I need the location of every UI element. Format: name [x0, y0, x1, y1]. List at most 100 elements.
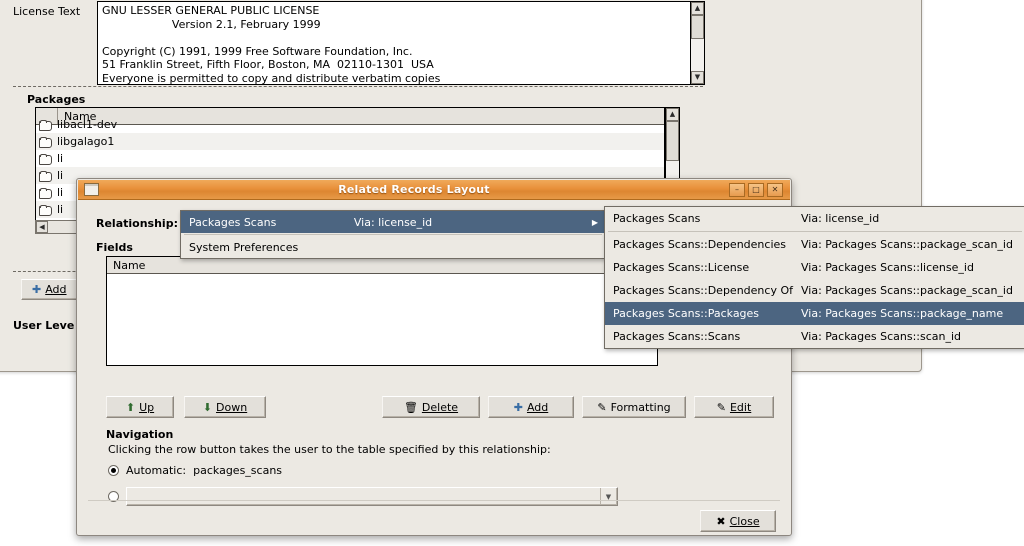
navigation-title: Navigation: [106, 428, 174, 441]
move-up-label: Up: [139, 400, 155, 414]
dialog-titlebar[interactable]: Related Records Layout – □ ✕: [78, 180, 790, 200]
list-item[interactable]: li: [36, 150, 664, 167]
submenu-item-scans[interactable]: Packages Scans::Scans Via: Packages Scan…: [605, 325, 1024, 348]
relationship-submenu[interactable]: Packages Scans Via: license_id Packages …: [604, 206, 1024, 349]
plus-icon: ✚: [32, 283, 42, 296]
submenu-item-label: Packages Scans::Scans: [613, 330, 741, 343]
radio-automatic-value: packages_scans: [193, 464, 283, 477]
menu-separator: [184, 234, 602, 235]
submenu-item-label: Packages Scans::Dependencies: [613, 238, 786, 251]
submenu-item-via: Via: Packages Scans::scan_id: [801, 330, 962, 343]
radio-custom[interactable]: ▼: [108, 487, 618, 506]
add-field-button[interactable]: ✚ Add: [488, 396, 574, 418]
scroll-up-icon[interactable]: ▲: [666, 108, 679, 121]
submenu-item-label: Packages Scans::Packages: [613, 307, 760, 320]
edit-label: Edit: [729, 400, 752, 414]
submenu-item-via: Via: Packages Scans::package_scan_id: [801, 238, 1013, 251]
scrollbar-thumb[interactable]: [691, 15, 704, 39]
list-item-label: li: [57, 169, 64, 182]
arrow-up-icon: ⬆: [125, 400, 136, 414]
chevron-down-icon[interactable]: ▼: [600, 488, 616, 505]
dialog-title: Related Records Layout: [338, 183, 490, 196]
add-package-button[interactable]: ✚ Add: [21, 279, 78, 300]
move-up-button[interactable]: ⬆ Up: [106, 396, 174, 418]
x-icon: ✖: [716, 514, 726, 528]
user-level-label: User Leve: [13, 319, 75, 332]
relationship-dropdown-menu[interactable]: Packages Scans Via: license_id ▶ System …: [180, 210, 606, 259]
submenu-item-packages[interactable]: Packages Scans::Packages Via: Packages S…: [605, 302, 1024, 325]
license-scrollbar-vertical[interactable]: ▲ ▼: [690, 1, 705, 85]
fields-list[interactable]: Name: [106, 256, 658, 366]
relationship-label: Relationship:: [96, 217, 178, 230]
navigation-table-select[interactable]: ▼: [126, 487, 618, 506]
fields-list-header: Name: [107, 257, 657, 274]
folder-icon: [39, 119, 52, 131]
edit-button[interactable]: ✎ Edit: [694, 396, 774, 418]
list-item-label: li: [57, 203, 64, 216]
license-text-content: GNU LESSER GENERAL PUBLIC LICENSE Versio…: [102, 4, 441, 85]
folder-icon: [39, 204, 52, 216]
maximize-button[interactable]: □: [748, 182, 764, 197]
scroll-down-icon[interactable]: ▼: [691, 71, 704, 84]
radio-automatic[interactable]: Automatic: packages_scans: [108, 464, 282, 477]
menu-item-label: Packages Scans: [189, 215, 277, 229]
close-button-label: Close: [729, 514, 760, 528]
move-down-button[interactable]: ⬇ Down: [184, 396, 266, 418]
list-item-label: li: [57, 186, 64, 199]
close-button[interactable]: ✖ Close: [700, 510, 776, 532]
add-field-label: Add: [526, 400, 549, 414]
section-divider: [13, 86, 703, 87]
folder-icon: [39, 136, 52, 148]
menu-separator: [608, 231, 1022, 232]
trash-icon: 🗑: [403, 400, 418, 414]
submenu-arrow-icon: ▶: [591, 217, 598, 227]
submenu-item-label: Packages Scans::License: [613, 261, 750, 274]
submenu-item-packages-scans[interactable]: Packages Scans Via: license_id: [605, 207, 1024, 230]
delete-button[interactable]: 🗑 Delete: [382, 396, 480, 418]
list-item-label: li: [57, 152, 64, 165]
folder-icon: [39, 170, 52, 182]
fields-column-name: Name: [113, 258, 146, 272]
scroll-left-icon[interactable]: ◀: [36, 221, 48, 233]
radio-automatic-label: Automatic:: [126, 464, 187, 477]
submenu-item-license[interactable]: Packages Scans::License Via: Packages Sc…: [605, 256, 1024, 279]
folder-icon: [39, 187, 52, 199]
formatting-button[interactable]: ✎ Formatting: [582, 396, 686, 418]
license-text-label: License Text: [13, 5, 81, 18]
submenu-item-label: Packages Scans: [613, 212, 701, 225]
edit-pencil-icon: ✎: [716, 400, 726, 414]
submenu-item-via: Via: Packages Scans::package_scan_id: [801, 284, 1013, 297]
submenu-item-dependency-of[interactable]: Packages Scans::Dependency Of Via: Packa…: [605, 279, 1024, 302]
formatting-label: Formatting: [610, 400, 671, 414]
menu-item-system-preferences[interactable]: System Preferences: [181, 236, 605, 258]
delete-label: Delete: [421, 400, 459, 414]
navigation-description: Clicking the row button takes the user t…: [108, 443, 551, 456]
window-controls: – □ ✕: [729, 182, 786, 197]
menu-item-via: Via: license_id: [353, 215, 433, 229]
submenu-item-via: Via: license_id: [801, 212, 880, 225]
submenu-item-via: Via: Packages Scans::license_id: [801, 261, 974, 274]
minimize-button[interactable]: –: [729, 182, 745, 197]
arrow-down-icon: ⬇: [202, 400, 213, 414]
close-button-titlebar[interactable]: ✕: [767, 182, 783, 197]
list-item[interactable]: libgalago1: [36, 133, 664, 150]
submenu-item-via: Via: Packages Scans::package_name: [801, 307, 1004, 320]
list-item[interactable]: libacl1-dev: [36, 116, 664, 133]
list-item-label: libacl1-dev: [57, 118, 118, 131]
window-menu-icon[interactable]: [84, 183, 99, 196]
dialog-divider: [88, 500, 780, 501]
menu-item-packages-scans[interactable]: Packages Scans Via: license_id ▶: [181, 211, 605, 233]
radio-automatic-indicator[interactable]: [108, 465, 119, 476]
license-text-area[interactable]: GNU LESSER GENERAL PUBLIC LICENSE Versio…: [97, 1, 691, 85]
menu-item-label: System Preferences: [189, 240, 299, 254]
fields-label: Fields: [96, 241, 133, 254]
edit-pencil-icon: ✎: [597, 400, 607, 414]
scroll-up-icon[interactable]: ▲: [691, 2, 704, 15]
scrollbar-thumb[interactable]: [666, 121, 679, 161]
packages-group-title: Packages: [27, 93, 86, 106]
move-down-label: Down: [216, 400, 248, 414]
folder-icon: [39, 153, 52, 165]
add-button-label: Add: [45, 283, 67, 296]
plus-icon: ✚: [513, 400, 523, 414]
submenu-item-dependencies[interactable]: Packages Scans::Dependencies Via: Packag…: [605, 233, 1024, 256]
